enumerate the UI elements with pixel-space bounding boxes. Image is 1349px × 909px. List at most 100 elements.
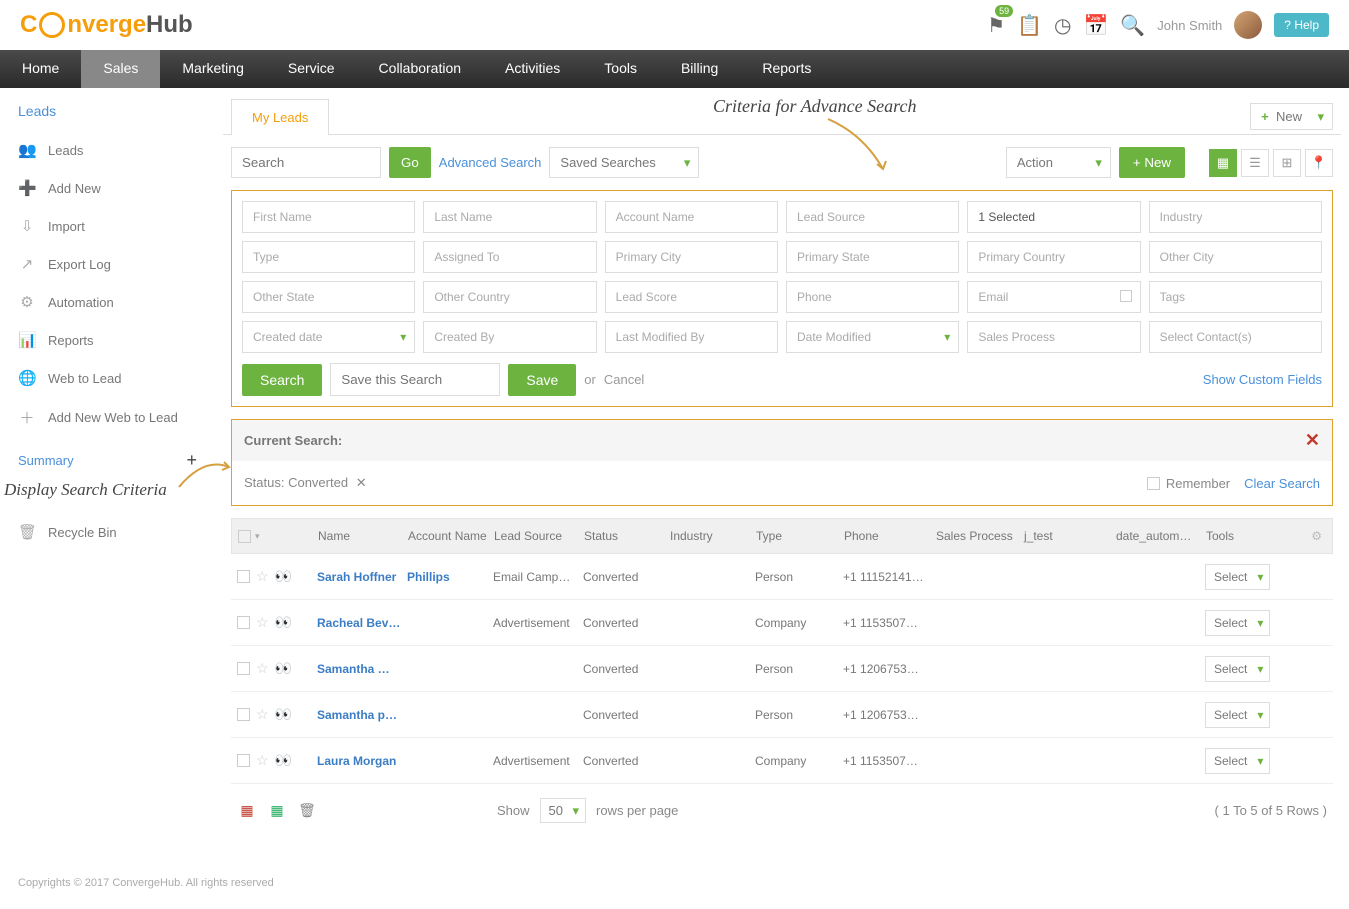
calendar-icon[interactable]: 📅 — [1083, 13, 1108, 38]
robot-icon[interactable]: 👀 — [275, 614, 292, 631]
saved-searches-dropdown[interactable]: Saved Searches▾ — [549, 147, 699, 178]
tools-select[interactable]: Select▾ — [1205, 702, 1270, 728]
sidebar-item-webtolead[interactable]: 🌐Web to Lead — [0, 359, 215, 397]
remember-checkbox[interactable]: Remember — [1147, 476, 1230, 491]
filter-industry[interactable]: Industry — [1149, 201, 1322, 233]
nav-activities[interactable]: Activities — [483, 50, 582, 88]
clear-search-link[interactable]: Clear Search — [1244, 476, 1320, 491]
col-name[interactable]: Name — [318, 529, 408, 543]
lead-name-link[interactable]: Racheal Bev… — [317, 616, 400, 630]
tools-select[interactable]: Select▾ — [1205, 656, 1270, 682]
tools-select[interactable]: Select▾ — [1205, 564, 1270, 590]
row-checkbox[interactable] — [237, 616, 250, 629]
search-input[interactable] — [231, 147, 381, 178]
lead-name-link[interactable]: Sarah Hoffner — [317, 570, 396, 584]
filter-status[interactable]: 1 Selected — [967, 201, 1140, 233]
col-industry[interactable]: Industry — [670, 529, 756, 543]
cancel-link[interactable]: Cancel — [604, 372, 644, 387]
col-status[interactable]: Status — [584, 529, 670, 543]
col-account[interactable]: Account Name — [408, 529, 494, 543]
nav-reports[interactable]: Reports — [740, 50, 833, 88]
select-all-checkbox[interactable] — [238, 530, 251, 543]
advanced-search-link[interactable]: Advanced Search — [439, 155, 542, 170]
lead-name-link[interactable]: Samantha p… — [317, 708, 397, 722]
logo[interactable]: CnvergeHub — [20, 11, 193, 39]
tab-myleads[interactable]: My Leads — [231, 99, 329, 135]
filter-salesprocess[interactable]: Sales Process — [967, 321, 1140, 353]
robot-icon[interactable]: 👀 — [275, 706, 292, 723]
sidebar-title[interactable]: Leads — [0, 103, 215, 131]
show-custom-fields-link[interactable]: Show Custom Fields — [1203, 372, 1322, 387]
tools-select[interactable]: Select▾ — [1205, 748, 1270, 774]
nav-home[interactable]: Home — [0, 50, 81, 88]
filter-assignedto[interactable]: Assigned To — [423, 241, 596, 273]
nav-collaboration[interactable]: Collaboration — [357, 50, 484, 88]
rows-per-page-dropdown[interactable]: 50▾ — [540, 798, 586, 823]
star-icon[interactable]: ☆ — [256, 706, 269, 723]
sidebar-summary[interactable]: Summary — [18, 453, 74, 468]
filter-createdby[interactable]: Created By — [423, 321, 596, 353]
lead-name-link[interactable]: Laura Morgan — [317, 754, 396, 768]
close-icon[interactable]: ✕ — [1305, 430, 1320, 451]
go-button[interactable]: Go — [389, 147, 431, 178]
search-button[interactable]: Search — [242, 364, 322, 396]
gear-icon[interactable]: ⚙ — [1311, 529, 1322, 543]
row-checkbox[interactable] — [237, 570, 250, 583]
col-dateautom[interactable]: date_autom… — [1116, 529, 1206, 543]
filter-otherstate[interactable]: Other State — [242, 281, 415, 313]
row-checkbox[interactable] — [237, 754, 250, 767]
filter-tags[interactable]: Tags — [1149, 281, 1322, 313]
new-button[interactable]: + New — [1119, 147, 1185, 178]
filter-phone[interactable]: Phone — [786, 281, 959, 313]
plus-icon[interactable]: + — [186, 450, 197, 471]
robot-icon[interactable]: 👀 — [275, 568, 292, 585]
star-icon[interactable]: ☆ — [256, 614, 269, 631]
help-button[interactable]: ? Help — [1274, 13, 1329, 37]
robot-icon[interactable]: 👀 — [275, 752, 292, 769]
view-grid-icon[interactable]: ▦ — [1209, 149, 1237, 177]
col-phone[interactable]: Phone — [844, 529, 936, 543]
filter-leadsource[interactable]: Lead Source — [786, 201, 959, 233]
view-map-icon[interactable]: 📍 — [1305, 149, 1333, 177]
filter-datemodified[interactable]: Date Modified▾ — [786, 321, 959, 353]
sidebar-item-import[interactable]: ⇩Import — [0, 207, 215, 245]
nav-service[interactable]: Service — [266, 50, 357, 88]
lead-name-link[interactable]: Samantha … — [317, 662, 390, 676]
filter-primarystate[interactable]: Primary State — [786, 241, 959, 273]
filter-accountname[interactable]: Account Name — [605, 201, 778, 233]
nav-billing[interactable]: Billing — [659, 50, 740, 88]
tools-select[interactable]: Select▾ — [1205, 610, 1270, 636]
filter-createddate[interactable]: Created date▾ — [242, 321, 415, 353]
view-list-icon[interactable]: ☰ — [1241, 149, 1269, 177]
filter-lastname[interactable]: Last Name — [423, 201, 596, 233]
xls-icon[interactable]: ▦ — [267, 801, 287, 821]
robot-icon[interactable]: 👀 — [275, 660, 292, 677]
row-checkbox[interactable] — [237, 662, 250, 675]
filter-primarycountry[interactable]: Primary Country — [967, 241, 1140, 273]
user-name[interactable]: John Smith — [1157, 18, 1222, 33]
filter-lastmodifiedby[interactable]: Last Modified By — [605, 321, 778, 353]
sidebar-item-addwebtolead[interactable]: ＋Add New Web to Lead — [0, 397, 215, 438]
filter-email[interactable]: Email — [967, 281, 1140, 313]
save-search-input[interactable] — [330, 363, 500, 396]
remove-filter-icon[interactable]: ✕ — [356, 475, 367, 490]
star-icon[interactable]: ☆ — [256, 568, 269, 585]
filter-leadscore[interactable]: Lead Score — [605, 281, 778, 313]
sidebar-item-leads[interactable]: 👥Leads — [0, 131, 215, 169]
nav-sales[interactable]: Sales — [81, 50, 160, 88]
pdf-icon[interactable]: ▦ — [237, 801, 257, 821]
col-type[interactable]: Type — [756, 529, 844, 543]
view-kanban-icon[interactable]: ⊞ — [1273, 149, 1301, 177]
flag-icon[interactable]: ⚑59 — [987, 13, 1005, 38]
filter-othercountry[interactable]: Other Country — [423, 281, 596, 313]
col-leadsource[interactable]: Lead Source — [494, 529, 584, 543]
account-link[interactable]: Phillips — [407, 570, 450, 584]
filter-type[interactable]: Type — [242, 241, 415, 273]
clipboard-icon[interactable]: 📋 — [1017, 13, 1042, 38]
action-dropdown[interactable]: Action▾ — [1006, 147, 1111, 178]
star-icon[interactable]: ☆ — [256, 660, 269, 677]
sidebar-item-automation[interactable]: ⚙Automation — [0, 283, 215, 321]
star-icon[interactable]: ☆ — [256, 752, 269, 769]
row-checkbox[interactable] — [237, 708, 250, 721]
clock-icon[interactable]: ◷ — [1054, 13, 1071, 38]
